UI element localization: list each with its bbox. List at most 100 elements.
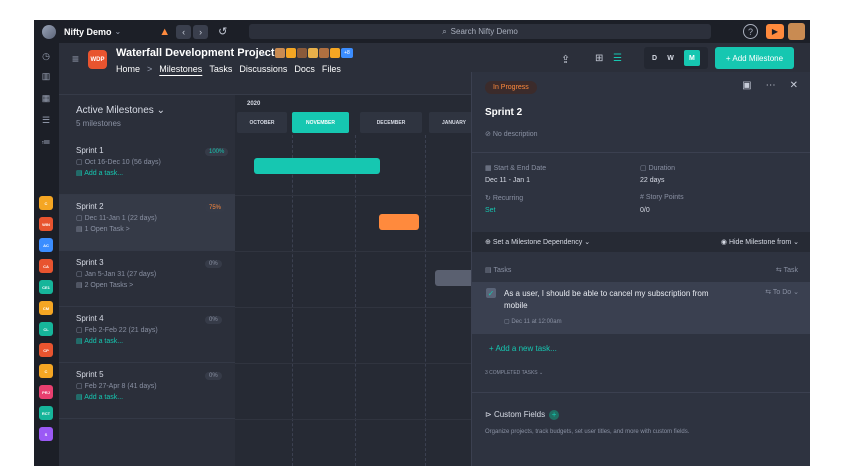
project-badge: WDP xyxy=(88,50,107,69)
tab-docs[interactable]: Docs xyxy=(294,64,315,74)
avatar xyxy=(275,48,285,58)
add-task-action[interactable]: ⇆ Task xyxy=(776,266,798,274)
milestone-name: Sprint 2 xyxy=(76,202,104,211)
add-new-task-link[interactable]: + Add a new task... xyxy=(489,344,557,353)
add-task-link[interactable]: ▤ Add a task... xyxy=(76,393,123,401)
building-icon[interactable]: ▦ xyxy=(40,92,52,104)
tab-discussions[interactable]: Discussions xyxy=(239,64,287,74)
project-shortcut[interactable]: C xyxy=(39,364,53,378)
member-avatars[interactable]: +8 xyxy=(275,48,353,58)
project-shortcut[interactable]: AC xyxy=(39,238,53,252)
open-tasks-link[interactable]: ▤ 1 Open Task > xyxy=(76,225,130,233)
global-search[interactable]: ⌕ Search Nifty Demo xyxy=(249,24,711,39)
workspace-name[interactable]: Nifty Demo xyxy=(64,27,112,37)
tab-tasks[interactable]: Tasks xyxy=(209,64,232,74)
list-view-icon[interactable]: ☰ xyxy=(613,53,622,64)
back-button[interactable]: ‹ xyxy=(176,24,192,39)
close-icon[interactable]: ✕ xyxy=(790,80,798,91)
task-title[interactable]: As a user, I should be able to cancel my… xyxy=(504,288,734,312)
milestone-row[interactable]: Sprint 4 ▢ Feb 2-Feb 22 (21 days) ▤ Add … xyxy=(59,307,235,363)
hamburger-icon[interactable]: ≡ xyxy=(72,52,79,66)
clock-icon[interactable]: ◷ xyxy=(40,50,52,62)
history-icon[interactable]: ↺ xyxy=(218,25,227,38)
nifty-logo-icon[interactable] xyxy=(42,24,56,39)
milestone-row[interactable]: Sprint 1 ▢ Oct 16-Dec 10 (56 days) ▤ Add… xyxy=(59,139,235,195)
milestone-filter[interactable]: Active Milestones ⌄ xyxy=(76,105,165,116)
task-due-date[interactable]: ▢ Dec 11 at 12:00am xyxy=(504,318,562,325)
grid-view-icon[interactable]: ⊞ xyxy=(595,53,603,64)
chevron-down-icon[interactable]: ⌄ xyxy=(115,27,122,36)
completed-tasks-toggle[interactable]: 3 COMPLETED TASKS ⌄ xyxy=(485,370,543,376)
project-title[interactable]: Waterfall Development Project xyxy=(116,47,275,59)
hide-milestone-dropdown[interactable]: ◉ Hide Milestone from ⌄ xyxy=(721,238,799,246)
project-shortcut[interactable]: CE1 xyxy=(39,280,53,294)
add-task-link[interactable]: ▤ Add a task... xyxy=(76,169,123,177)
add-task-link[interactable]: ▤ Add a task... xyxy=(76,337,123,345)
top-bar: Nifty Demo ⌄ ▲ ‹ › ↺ ⌕ Search Nifty Demo… xyxy=(34,20,810,43)
user-avatar[interactable] xyxy=(788,23,805,40)
month-header: OCTOBER xyxy=(237,112,287,133)
more-icon[interactable]: ⋯ xyxy=(766,80,776,91)
sprint-2-bar[interactable] xyxy=(379,214,419,230)
add-custom-field-button[interactable]: + xyxy=(549,410,560,420)
row-divider xyxy=(235,363,471,364)
forward-button[interactable]: › xyxy=(193,24,209,39)
calendar-icon[interactable]: ▣ xyxy=(742,80,751,91)
tab-milestones[interactable]: Milestones xyxy=(159,64,202,74)
add-task-action-text: Task xyxy=(783,267,798,274)
dependency-dropdown[interactable]: ⊕ Set a Milestone Dependency ⌄ xyxy=(485,238,590,246)
record-icon[interactable]: ▶ xyxy=(766,24,784,39)
milestone-dates: ▢ Jan 5-Jan 31 (27 days) xyxy=(76,271,157,278)
milestone-dates-text: Feb 2-Feb 22 (21 days) xyxy=(84,327,158,334)
milestone-title[interactable]: Sprint 2 xyxy=(485,107,522,118)
chevron-down-icon[interactable]: ⌄ xyxy=(260,48,268,59)
milestone-name: Sprint 4 xyxy=(76,314,104,323)
status-badge[interactable]: In Progress xyxy=(485,81,537,94)
milestone-row[interactable]: Sprint 3 ▢ Jan 5-Jan 31 (27 days) ▤ 2 Op… xyxy=(59,251,235,307)
progress-badge: 100% xyxy=(205,148,229,156)
breadcrumb-separator: > xyxy=(147,64,153,74)
task-status[interactable]: ⇆ To Do ⌄ xyxy=(765,288,799,296)
hide-milestone-label: Hide Milestone from xyxy=(728,239,792,246)
project-shortcut[interactable]: RCT xyxy=(39,406,53,420)
progress-badge: 0% xyxy=(205,372,222,380)
project-shortcut[interactable]: PRJ xyxy=(39,385,53,399)
sprint-1-bar[interactable] xyxy=(254,158,380,174)
chevron-down-icon: ⌄ xyxy=(156,105,165,116)
recurring-set-link[interactable]: Set xyxy=(485,207,496,214)
progress-badge: 75% xyxy=(205,204,226,212)
scale-week-button[interactable]: W xyxy=(667,55,674,62)
rocket-icon[interactable]: ▲ xyxy=(159,26,170,38)
milestone-row[interactable]: Sprint 5 ▢ Feb 27-Apr 8 (41 days) ▤ Add … xyxy=(59,363,235,419)
panel-actions: ▣ ⋯ ✕ xyxy=(742,80,798,91)
scale-day-button[interactable]: D xyxy=(652,55,657,62)
chart-icon[interactable]: ▥ xyxy=(40,70,52,82)
project-shortcut[interactable]: CL xyxy=(39,322,53,336)
sprint-3-bar[interactable] xyxy=(435,270,471,286)
project-shortcut[interactable]: CA xyxy=(39,259,53,273)
milestone-description[interactable]: ⊘ No description xyxy=(485,130,538,138)
list-icon[interactable]: ☰ xyxy=(40,114,52,126)
milestone-name: Sprint 1 xyxy=(76,146,104,155)
task-row[interactable]: ✓ As a user, I should be able to cancel … xyxy=(472,282,810,334)
start-end-value[interactable]: Dec 11 - Jan 1 xyxy=(485,177,530,184)
help-icon[interactable]: ? xyxy=(743,24,758,39)
open-tasks-link[interactable]: ▤ 2 Open Tasks > xyxy=(76,281,133,289)
share-icon[interactable]: ⇪ xyxy=(561,53,570,66)
project-shortcut[interactable]: CM xyxy=(39,301,53,315)
breadcrumb-home[interactable]: Home xyxy=(116,64,140,74)
month-header: DECEMBER xyxy=(360,112,422,133)
recurring-label: ↻ Recurring xyxy=(485,195,524,202)
task-checkbox[interactable]: ✓ xyxy=(486,288,496,298)
project-shortcut[interactable]: CP xyxy=(39,343,53,357)
tab-files[interactable]: Files xyxy=(322,64,341,74)
project-shortcut[interactable]: C xyxy=(39,196,53,210)
project-shortcut[interactable]: S xyxy=(39,427,53,441)
milestone-row-selected[interactable]: Sprint 2 ▢ Dec 11-Jan 1 (22 days) ▤ 1 Op… xyxy=(59,195,235,251)
gridline xyxy=(292,135,293,466)
scale-month-button[interactable]: M xyxy=(683,50,700,66)
project-shortcut[interactable]: WIN xyxy=(39,217,53,231)
add-milestone-button[interactable]: + Add Milestone xyxy=(715,47,794,69)
tasks-icon[interactable]: ≔ xyxy=(40,136,52,148)
row-divider xyxy=(235,307,471,308)
